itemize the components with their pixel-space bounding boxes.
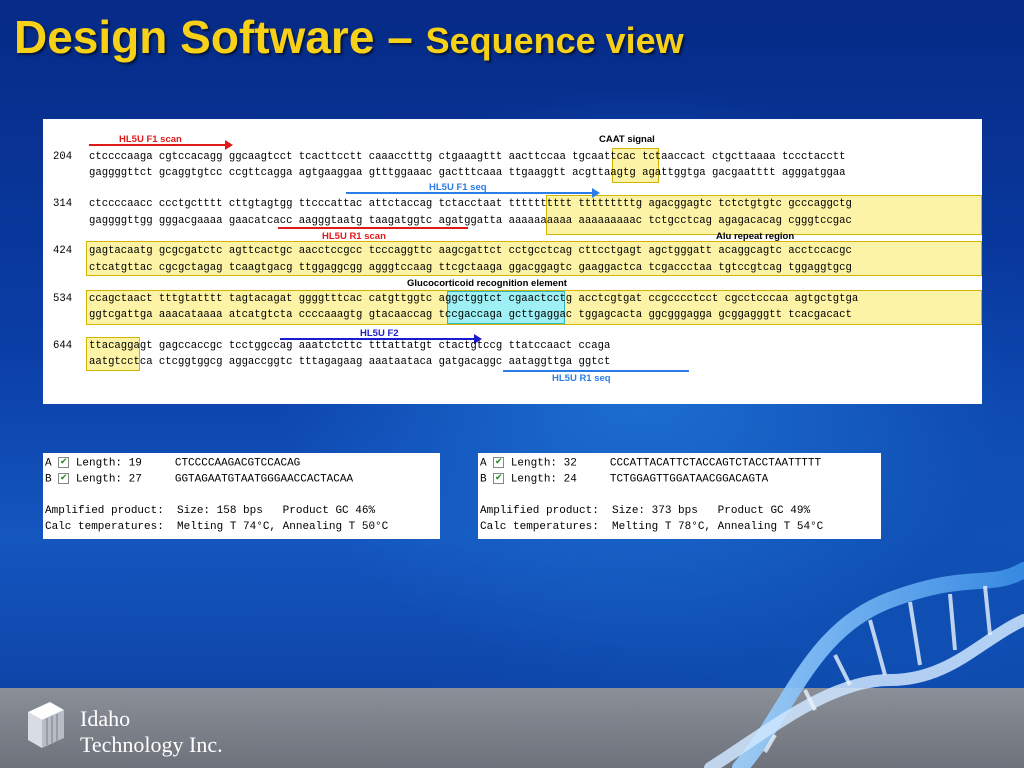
- slide-title-main: Design Software –: [14, 11, 426, 63]
- position-424: 424: [53, 245, 73, 257]
- checkbox-b[interactable]: ✔: [493, 473, 505, 484]
- primer-sequence: CTCCCCAAGACGTCCACAG: [174, 457, 301, 470]
- seq-204-bottom: gaggggttct gcaggtgtcc ccgttcagga agtgaag…: [89, 167, 846, 179]
- primer-row-a: A ✔ Length: 32 CCCATTACATTCTACCAGTCTACCT…: [480, 457, 821, 469]
- slide-title-sub: Sequence view: [425, 20, 684, 61]
- seq-424-top: gagtacaatg gcgcgatctc agttcactgc aacctcc…: [89, 245, 852, 257]
- arrow-f1-scan: [89, 140, 233, 150]
- checkbox-b[interactable]: ✔: [58, 473, 70, 484]
- position-204: 204: [53, 151, 73, 163]
- checkbox-a[interactable]: ✔: [493, 457, 505, 468]
- calc-temperatures: Calc temperatures: Melting T 74°C, Annea…: [45, 521, 389, 533]
- company-line-1: Idaho: [80, 706, 131, 731]
- label-r1-seq: HL5U R1 seq: [552, 373, 611, 384]
- seq-644-top: ttacaggagt gagccaccgc tcctggccag aaatctc…: [89, 340, 611, 352]
- primer-length: Length: 24: [510, 473, 577, 486]
- primer-info-box-1: A ✔ Length: 19 CTCCCCAAGACGTCCACAG B ✔ L…: [43, 453, 440, 539]
- primer-row-a: A ✔ Length: 19 CTCCCCAAGACGTCCACAG: [45, 457, 300, 469]
- primer-row-b: B ✔ Length: 27 GGTAGAATGTAATGGGAACCACTAC…: [45, 473, 353, 485]
- seq-534-bottom: ggtcgattga aaacataaaa atcatgtcta ccccaaa…: [89, 309, 852, 321]
- primer-id: B: [480, 473, 487, 486]
- position-534: 534: [53, 293, 73, 305]
- position-314: 314: [53, 198, 73, 210]
- primer-sequence: CCCATTACATTCTACCAGTCTACCTAATTTTT: [609, 457, 822, 470]
- seq-534-top: ccagctaact tttgtatttt tagtacagat ggggttt…: [89, 293, 859, 305]
- company-line-2: Technology Inc.: [80, 732, 223, 757]
- seq-424-bottom: ctcatgttac cgcgctagag tcaagtgacg ttggagg…: [89, 262, 852, 274]
- seq-314-bottom: gaggggttgg gggacgaaaa gaacatcacc aagggta…: [89, 215, 852, 227]
- company-name: Idaho Technology Inc.: [80, 706, 223, 758]
- idaho-technology-logo-icon: [28, 702, 64, 748]
- primer-length: Length: 27: [75, 473, 142, 486]
- sequence-view-panel[interactable]: HL5U F1 scan CAAT signal HL5U F1 seq HL5…: [43, 119, 982, 404]
- label-caat-signal: CAAT signal: [599, 134, 655, 145]
- amplified-product: Amplified product: Size: 158 bps Product…: [45, 505, 376, 517]
- amplified-product: Amplified product: Size: 373 bps Product…: [480, 505, 811, 517]
- checkbox-a[interactable]: ✔: [58, 457, 70, 468]
- label-gre: Glucocorticoid recognition element: [407, 278, 567, 289]
- primer-sequence: GGTAGAATGTAATGGGAACCACTACAA: [174, 473, 354, 486]
- calc-temperatures: Calc temperatures: Melting T 78°C, Annea…: [480, 521, 824, 533]
- primer-id: A: [480, 457, 487, 470]
- primer-id: B: [45, 473, 52, 486]
- position-644: 644: [53, 340, 73, 352]
- primer-id: A: [45, 457, 52, 470]
- slide-title: Design Software – Sequence view: [14, 10, 684, 64]
- primer-sequence: TCTGGAGTTGGATAACGGACAGTA: [609, 473, 769, 486]
- arrow-f1-seq: [346, 188, 600, 198]
- primer-info-box-2: A ✔ Length: 32 CCCATTACATTCTACCAGTCTACCT…: [478, 453, 881, 539]
- arrow-r1-scan: [278, 227, 468, 229]
- seq-204-top: ctccccaaga cgtccacagg ggcaagtcct tcacttc…: [89, 151, 846, 163]
- primer-length: Length: 19: [75, 457, 142, 470]
- dna-helix-graphic: [704, 562, 1024, 768]
- primer-row-b: B ✔ Length: 24 TCTGGAGTTGGATAACGGACAGTA: [480, 473, 768, 485]
- label-r1-scan: HL5U R1 scan: [322, 231, 386, 242]
- primer-length: Length: 32: [510, 457, 577, 470]
- seq-644-bottom: aatgtcctca ctcggtggcg aggaccggtc tttagag…: [89, 356, 611, 368]
- seq-314-top: ctccccaacc ccctgctttt cttgtagtgg ttcccat…: [89, 198, 852, 210]
- arrow-r1-seq: [503, 370, 689, 372]
- label-alu-repeat: Alu repeat region: [716, 231, 795, 242]
